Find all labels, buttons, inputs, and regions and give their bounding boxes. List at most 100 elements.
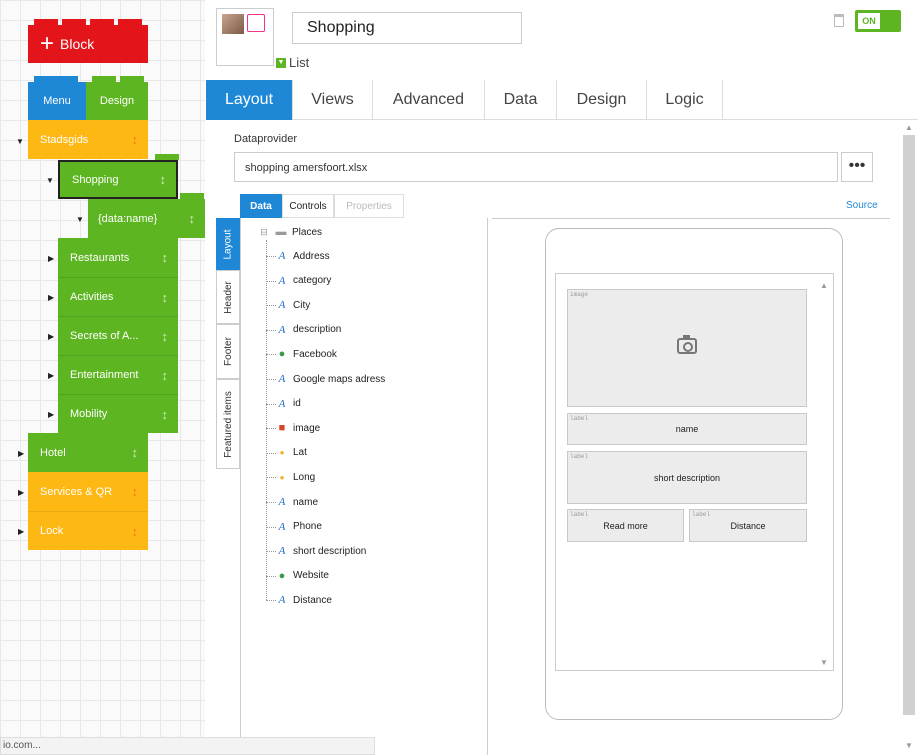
tree-item-lock[interactable]: Lock ↕ [28, 511, 148, 550]
tab-logic[interactable]: Logic [647, 80, 723, 120]
tree-item-mobility[interactable]: Mobility ↕ [58, 394, 178, 433]
main-scrollbar-thumb[interactable] [903, 135, 915, 715]
tree-item-data-name[interactable]: {data:name} ↕ [88, 199, 205, 238]
expand-arrow-icon[interactable]: ▶ [48, 293, 54, 302]
expand-arrow-icon[interactable]: ▶ [48, 410, 54, 419]
tree-item-restaurants[interactable]: Restaurants ↕ [58, 238, 178, 277]
vtab-layout[interactable]: Layout [216, 218, 240, 270]
tree-item-activities[interactable]: Activities ↕ [58, 277, 178, 316]
subtab-properties[interactable]: Properties [334, 194, 404, 218]
field-label: Distance [293, 594, 332, 606]
field-item[interactable]: ● Long [276, 467, 316, 487]
expand-arrow-icon[interactable]: ▶ [48, 332, 54, 341]
text-icon: A [278, 545, 286, 558]
tree-item-label: Activities [70, 291, 114, 303]
enabled-toggle[interactable]: ON [855, 10, 901, 32]
drag-handle-icon[interactable]: ↕ [189, 211, 196, 226]
expand-arrow-icon[interactable]: ▶ [18, 488, 24, 497]
expand-arrow-icon[interactable]: ▶ [18, 527, 24, 536]
drag-handle-icon[interactable]: ↕ [162, 368, 169, 383]
scroll-up-icon[interactable]: ▲ [820, 281, 828, 290]
field-item[interactable]: ■ image [276, 418, 321, 438]
plus-icon: + [40, 30, 55, 57]
drag-handle-icon[interactable]: ↕ [132, 132, 139, 147]
field-item[interactable]: Aid [276, 394, 301, 414]
screen-thumbnail[interactable] [216, 8, 274, 66]
vtab-label: Featured items [222, 390, 234, 458]
drag-handle-icon[interactable]: ↕ [162, 290, 169, 305]
preview-name-label[interactable]: label name [567, 413, 807, 445]
vtab-footer[interactable]: Footer [216, 324, 240, 379]
expand-arrow-icon[interactable]: ▶ [48, 371, 54, 380]
tree-item-services-qr[interactable]: Services & QR ↕ [28, 472, 148, 511]
text-icon: A [278, 373, 286, 385]
tree-item-stadsgids[interactable]: Stadsgids ↕ [28, 120, 148, 159]
field-item[interactable]: A Distance [276, 590, 332, 610]
preview-readmore-label[interactable]: label Read more [567, 509, 684, 542]
tree-branch [266, 379, 276, 380]
expand-arrow-icon[interactable]: ▶ [18, 449, 24, 458]
field-item[interactable]: Ashort description [276, 541, 367, 561]
scroll-down-icon[interactable]: ▼ [905, 741, 913, 750]
drag-handle-icon[interactable]: ↕ [132, 484, 139, 499]
main-tabs: Layout Views Advanced Data Design Logic [206, 80, 918, 120]
tree-item-shopping[interactable]: Shopping ↕ [58, 160, 178, 199]
expand-arrow-icon[interactable]: ▶ [48, 254, 54, 263]
field-item[interactable]: ● Lat [276, 443, 307, 463]
field-item[interactable]: ● Website [276, 566, 329, 586]
collapse-icon: ⊟ [260, 226, 268, 237]
tree-item-entertainment[interactable]: Entertainment ↕ [58, 355, 178, 394]
drag-handle-icon[interactable]: ↕ [162, 250, 169, 265]
vtab-header[interactable]: Header [216, 270, 240, 324]
field-label: Google maps adress [293, 373, 386, 385]
tab-design[interactable]: Design [557, 80, 647, 120]
field-label: Address [293, 250, 330, 262]
tree-branch [266, 354, 276, 356]
field-item[interactable]: A Google maps adress [276, 369, 386, 389]
subtab-data[interactable]: Data [240, 194, 282, 218]
tab-views[interactable]: Views [293, 80, 373, 120]
drag-handle-icon[interactable]: ↕ [160, 172, 167, 187]
field-item[interactable]: ● Facebook [276, 344, 337, 364]
tree-root[interactable]: ⊟ ▬ Places [258, 222, 322, 242]
dataprovider-input[interactable]: shopping amersfoort.xlsx [234, 152, 838, 182]
collapse-arrow-icon[interactable]: ▼ [46, 176, 54, 185]
preview-distance-label[interactable]: label Distance [689, 509, 807, 542]
source-link[interactable]: Source [846, 200, 878, 211]
drag-handle-icon[interactable]: ↕ [132, 445, 139, 460]
field-item[interactable]: A Phone [276, 517, 322, 537]
dataprovider-more-button[interactable]: ••• [841, 152, 873, 182]
vtab-featured-items[interactable]: Featured items [216, 379, 240, 469]
field-item[interactable]: A City [276, 295, 311, 315]
tab-advanced[interactable]: Advanced [373, 80, 485, 120]
preview-description-label[interactable]: label short description [567, 451, 807, 504]
field-item[interactable]: Adescription [276, 320, 342, 340]
drag-handle-icon[interactable]: ↕ [162, 407, 169, 422]
scroll-down-icon[interactable]: ▼ [820, 658, 828, 667]
screen-type[interactable]: ▼ List [276, 55, 309, 70]
text-icon: A [278, 274, 286, 287]
tree-item-secrets[interactable]: Secrets of A... ↕ [58, 316, 178, 355]
scroll-up-icon[interactable]: ▲ [905, 123, 913, 132]
drag-handle-icon[interactable]: ↕ [162, 329, 169, 344]
design-label: Design [99, 95, 135, 107]
collapse-arrow-icon[interactable]: ▼ [16, 137, 24, 146]
screen-title-input[interactable]: Shopping [292, 12, 522, 44]
add-block-button[interactable]: + Block [28, 25, 148, 63]
field-item[interactable]: A Address [276, 246, 330, 266]
design-brick[interactable]: Design [86, 82, 148, 120]
menu-brick[interactable]: Menu [28, 82, 86, 120]
camera-icon [677, 335, 697, 354]
subtab-controls[interactable]: Controls [282, 194, 334, 218]
trash-icon[interactable] [834, 14, 844, 27]
tree-item-hotel[interactable]: Hotel ↕ [28, 433, 148, 472]
field-label: Website [293, 570, 329, 582]
tab-layout[interactable]: Layout [206, 80, 293, 120]
tree-branch [266, 452, 276, 454]
tree-item-label: Hotel [40, 446, 66, 459]
field-item[interactable]: Aname [276, 492, 318, 512]
collapse-arrow-icon[interactable]: ▼ [76, 215, 84, 224]
field-item[interactable]: Acategory [276, 271, 332, 291]
tab-data[interactable]: Data [485, 80, 557, 120]
drag-handle-icon[interactable]: ↕ [132, 524, 139, 539]
